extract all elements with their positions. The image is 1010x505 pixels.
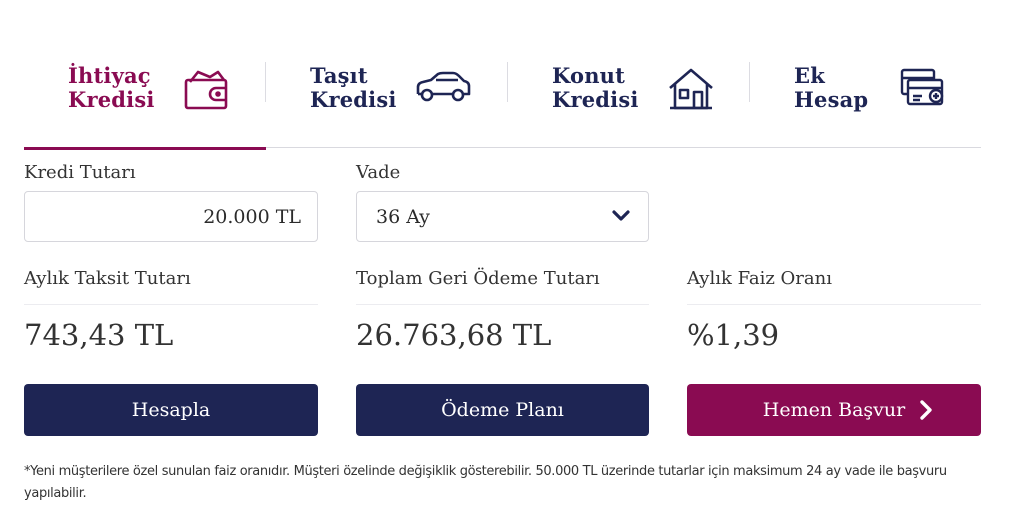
- apply-now-button[interactable]: Hemen Başvur: [687, 384, 981, 436]
- car-icon: [416, 71, 471, 102]
- tab-label-line1: İhtiyaç: [68, 63, 151, 88]
- interest-rate-label: Aylık Faiz Oranı: [687, 268, 832, 289]
- term-select-value: 36 Ay: [376, 206, 430, 228]
- tab-konut-kredisi[interactable]: Konut Kredisi: [508, 50, 750, 148]
- tab-label-line1: Taşıt: [310, 63, 368, 88]
- tab-ihtiyac-kredisi[interactable]: İhtiyaç Kredisi: [24, 50, 266, 150]
- total-repayment-value: 26.763,68 TL: [356, 318, 552, 352]
- tab-ek-hesap[interactable]: Ek Hesap: [750, 50, 981, 148]
- tab-label: Taşıt Kredisi: [310, 64, 397, 112]
- divider: [687, 304, 981, 305]
- tab-label-line2: Kredisi: [68, 87, 155, 112]
- wallet-icon: [184, 70, 228, 110]
- loan-type-tabs: İhtiyaç Kredisi Taşıt Kredisi Konut Kred…: [24, 50, 981, 150]
- divider: [356, 304, 649, 305]
- tab-label-line2: Kredisi: [552, 87, 639, 112]
- tab-label: İhtiyaç Kredisi: [68, 64, 155, 112]
- tab-tasit-kredisi[interactable]: Taşıt Kredisi: [266, 50, 508, 148]
- amount-label: Kredi Tutarı: [24, 162, 136, 183]
- tab-label-line2: Kredisi: [310, 87, 397, 112]
- term-label: Vade: [356, 162, 401, 183]
- tab-label-line1: Ek: [794, 63, 825, 88]
- tab-label-line1: Konut: [552, 63, 626, 88]
- chevron-right-icon: [920, 400, 932, 420]
- calculate-button[interactable]: Hesapla: [24, 384, 318, 436]
- card-plus-icon: [900, 68, 944, 106]
- term-select[interactable]: 36 Ay: [356, 191, 649, 242]
- divider: [24, 304, 318, 305]
- apply-now-label: Hemen Başvur: [762, 399, 906, 421]
- interest-rate-value: %1,39: [687, 318, 780, 352]
- total-repayment-label: Toplam Geri Ödeme Tutarı: [356, 268, 600, 289]
- loan-amount-input[interactable]: 20.000 TL: [24, 191, 318, 242]
- payment-plan-button[interactable]: Ödeme Planı: [356, 384, 649, 436]
- installment-label: Aylık Taksit Tutarı: [24, 268, 191, 289]
- tab-label-line2: Hesap: [794, 87, 869, 112]
- chevron-down-icon: [612, 210, 630, 221]
- tab-label: Ek Hesap: [794, 64, 868, 112]
- disclaimer-footnote: *Yeni müşterilere özel sunulan faiz oran…: [24, 464, 947, 501]
- installment-value: 743,43 TL: [24, 318, 174, 352]
- tab-label: Konut Kredisi: [552, 64, 639, 112]
- active-tab-indicator: [24, 147, 266, 150]
- house-icon: [669, 68, 713, 110]
